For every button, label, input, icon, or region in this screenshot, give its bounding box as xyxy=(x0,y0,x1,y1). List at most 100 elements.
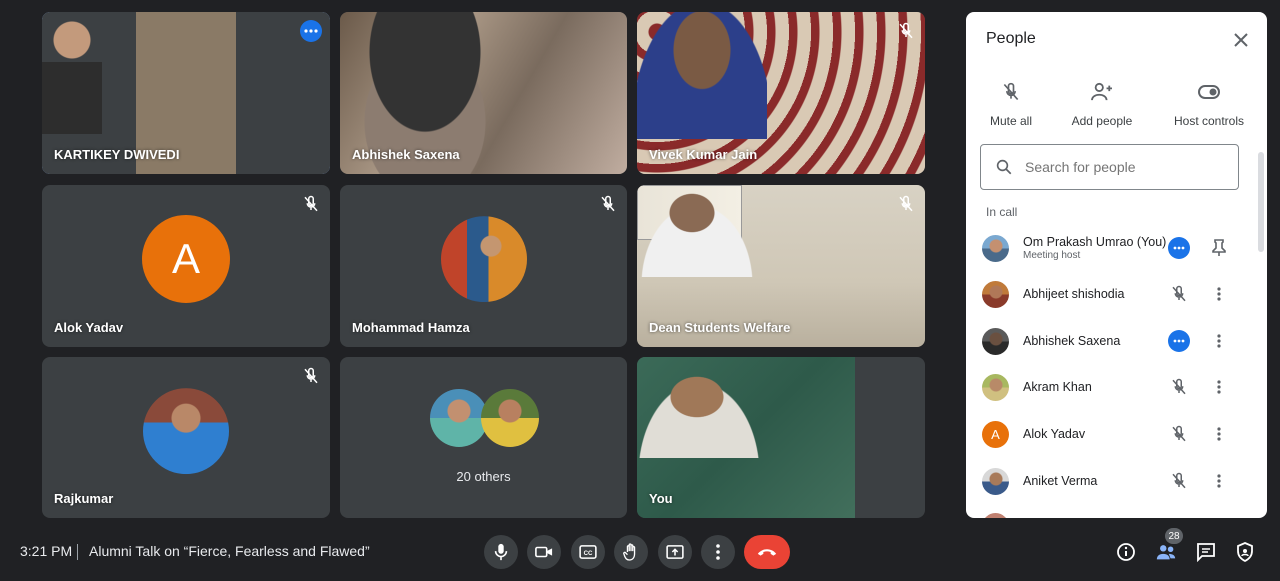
chat-icon xyxy=(1197,543,1215,562)
raise-hand-button[interactable] xyxy=(614,535,648,569)
avatar: A xyxy=(982,420,1009,448)
tile-vivek-kumar-jain[interactable]: Vivek Kumar Jain xyxy=(637,12,925,174)
avatar xyxy=(430,389,488,447)
search-input[interactable] xyxy=(1025,159,1225,175)
participant-name: Dean Students Welfare xyxy=(649,320,791,335)
add-person-icon xyxy=(1091,82,1112,101)
camera-button[interactable] xyxy=(527,535,561,569)
microphone-button[interactable] xyxy=(484,535,518,569)
more-vert-icon[interactable] xyxy=(1208,423,1230,445)
mic-off-icon[interactable] xyxy=(1168,470,1190,492)
participant-name: KARTIKEY DWIVEDI xyxy=(54,147,180,162)
tile-rajkumar[interactable]: Rajkumar xyxy=(42,357,330,518)
pin-icon[interactable] xyxy=(1208,237,1230,259)
scrollbar[interactable] xyxy=(1258,152,1264,252)
avatar: A xyxy=(142,214,230,303)
more-options-button[interactable] xyxy=(701,535,735,569)
avatar xyxy=(982,327,1009,355)
list-item[interactable]: A Alok Yadav xyxy=(982,416,1242,452)
tile-others[interactable]: 20 others xyxy=(340,357,627,518)
participant-name: Rajkumar xyxy=(54,491,114,506)
mic-off-icon xyxy=(601,195,615,212)
participant-name: Vivek Kumar Jain xyxy=(649,147,758,162)
list-item[interactable]: Abhishek Saxena xyxy=(982,323,1242,359)
tile-you[interactable]: You xyxy=(637,357,925,518)
mic-off-icon xyxy=(304,195,318,212)
mic-off-icon xyxy=(899,22,913,39)
participant-name: You xyxy=(649,491,673,506)
tile-kartikey-dwivedi[interactable]: KARTIKEY DWIVEDI xyxy=(42,12,330,174)
info-icon xyxy=(1117,543,1135,561)
person-silhouette xyxy=(637,357,777,458)
avatar xyxy=(982,373,1009,401)
mic-off-icon xyxy=(1003,82,1019,101)
mic-off-icon xyxy=(899,195,913,212)
mic-off-icon xyxy=(304,367,318,384)
more-vert-icon xyxy=(716,544,720,560)
section-label: In call xyxy=(986,205,1018,219)
action-label: Add people xyxy=(1071,114,1133,128)
people-panel: People Mute all Add people Host controls… xyxy=(966,12,1267,518)
more-vert-icon[interactable] xyxy=(1208,376,1230,398)
action-label: Mute all xyxy=(989,114,1033,128)
host-controls-button[interactable]: Host controls xyxy=(1166,80,1252,128)
more-options-icon[interactable] xyxy=(1168,237,1190,259)
tile-alok-yadav[interactable]: A Alok Yadav xyxy=(42,185,330,347)
add-people-button[interactable]: Add people xyxy=(1066,80,1138,128)
avatar xyxy=(440,216,527,303)
divider xyxy=(77,544,78,560)
list-item[interactable]: Abhijeet shishodia xyxy=(982,276,1242,312)
tile-mohammad-hamza[interactable]: Mohammad Hamza xyxy=(340,185,627,347)
people-icon xyxy=(1156,545,1176,560)
list-item[interactable]: Om Prakash Umrao (You) Meeting host xyxy=(982,230,1242,266)
action-label: Host controls xyxy=(1173,114,1245,128)
person-silhouette xyxy=(637,185,767,277)
meeting-details-button[interactable] xyxy=(1114,540,1138,564)
list-item[interactable]: Akram Khan xyxy=(982,369,1242,405)
captions-button[interactable]: CC xyxy=(571,535,605,569)
person-silhouette xyxy=(42,12,102,134)
mic-off-icon[interactable] xyxy=(1168,283,1190,305)
more-options-icon[interactable] xyxy=(300,20,322,42)
shield-icon xyxy=(1237,542,1253,562)
panel-title: People xyxy=(986,30,1036,47)
tile-dean-students-welfare[interactable]: Dean Students Welfare xyxy=(637,185,925,347)
avatar xyxy=(982,280,1009,308)
chat-button[interactable] xyxy=(1194,540,1218,564)
avatar xyxy=(982,234,1009,262)
participant-name: Alok Yadav xyxy=(54,320,124,335)
more-vert-icon[interactable] xyxy=(1208,330,1230,352)
more-options-icon[interactable] xyxy=(1168,330,1190,352)
toggle-icon xyxy=(1198,85,1220,99)
mic-icon xyxy=(494,543,508,561)
svg-text:CC: CC xyxy=(584,550,593,557)
mic-off-icon[interactable] xyxy=(1168,376,1190,398)
more-vert-icon[interactable] xyxy=(1208,283,1230,305)
participant-name: Abhishek Saxena xyxy=(352,147,460,162)
others-count-label: 20 others xyxy=(456,469,511,484)
clock: 3:21 PM xyxy=(20,543,73,559)
end-call-icon xyxy=(757,549,777,556)
hand-icon xyxy=(623,543,636,561)
mic-off-icon[interactable] xyxy=(1168,423,1190,445)
avatar xyxy=(982,467,1009,495)
participant-name: Mohammad Hamza xyxy=(352,320,470,335)
search-people-field[interactable] xyxy=(980,144,1239,190)
present-button[interactable] xyxy=(658,535,692,569)
people-count-badge: 28 xyxy=(1165,528,1183,544)
mute-all-button[interactable]: Mute all xyxy=(984,80,1038,128)
host-controls-shield-button[interactable] xyxy=(1233,540,1257,564)
avatar xyxy=(481,389,539,447)
tile-abhishek-saxena[interactable]: Abhishek Saxena xyxy=(340,12,627,174)
search-icon xyxy=(996,159,1012,175)
leave-call-button[interactable] xyxy=(744,535,790,569)
avatar xyxy=(143,387,229,474)
next-avatar-partial xyxy=(982,513,1009,518)
captions-icon: CC xyxy=(579,545,597,559)
camera-icon xyxy=(535,546,553,558)
person-silhouette xyxy=(637,12,767,139)
present-icon xyxy=(666,545,684,559)
close-icon[interactable] xyxy=(1229,28,1253,52)
more-vert-icon[interactable] xyxy=(1208,470,1230,492)
list-item[interactable]: Aniket Verma xyxy=(982,463,1242,499)
